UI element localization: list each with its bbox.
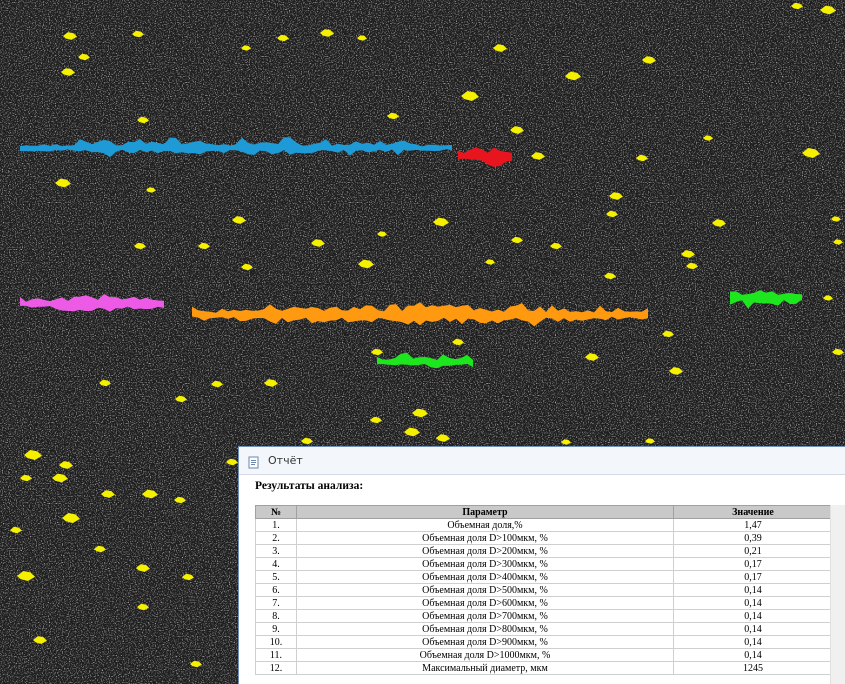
row-value: 0,14: [673, 635, 833, 649]
table-header-row: № Параметр Значение: [255, 505, 833, 519]
results-table: № Параметр Значение 1. Объемная доля,% 1,4…: [255, 505, 833, 675]
row-value: 0,14: [673, 648, 833, 662]
row-number: 7.: [255, 596, 297, 610]
report-body: Результаты анализа: № Параметр Значение …: [239, 476, 845, 684]
report-window-title: Отчёт: [268, 454, 303, 467]
row-parameter: Объемная доля D>600мкм, %: [296, 596, 674, 610]
row-value: 0,14: [673, 609, 833, 623]
row-number: 4.: [255, 557, 297, 571]
row-parameter: Объемная доля D>300мкм, %: [296, 557, 674, 571]
report-document-icon: [247, 454, 260, 469]
row-number: 9.: [255, 622, 297, 636]
row-parameter: Объемная доля D>100мкм, %: [296, 531, 674, 545]
row-number: 11.: [255, 648, 297, 662]
row-value: 1245: [673, 661, 833, 675]
row-value: 0,17: [673, 557, 833, 571]
row-value: 0,14: [673, 622, 833, 636]
row-number: 3.: [255, 544, 297, 558]
table-row: 1. Объемная доля,% 1,47: [255, 518, 833, 532]
row-number: 2.: [255, 531, 297, 545]
row-value: 1,47: [673, 518, 833, 532]
row-parameter: Объемная доля D>500мкм, %: [296, 583, 674, 597]
table-row: 8. Объемная доля D>700мкм, % 0,14: [255, 609, 833, 623]
row-number: 1.: [255, 518, 297, 532]
row-parameter: Объемная доля D>700мкм, %: [296, 609, 674, 623]
column-header-value: Значение: [673, 505, 833, 519]
table-row: 2. Объемная доля D>100мкм, % 0,39: [255, 531, 833, 545]
table-row: 6. Объемная доля D>500мкм, % 0,14: [255, 583, 833, 597]
report-titlebar[interactable]: Отчёт: [239, 447, 845, 475]
table-row: 7. Объемная доля D>600мкм, % 0,14: [255, 596, 833, 610]
vertical-scrollbar[interactable]: [830, 505, 845, 684]
row-value: 0,17: [673, 570, 833, 584]
row-number: 12.: [255, 661, 297, 675]
row-parameter: Объемная доля,%: [296, 518, 674, 532]
table-row: 10. Объемная доля D>900мкм, % 0,14: [255, 635, 833, 649]
row-number: 10.: [255, 635, 297, 649]
row-parameter: Объемная доля D>400мкм, %: [296, 570, 674, 584]
row-number: 5.: [255, 570, 297, 584]
row-parameter: Максимальный диаметр, мкм: [296, 661, 674, 675]
report-window: Отчёт Результаты анализа: № Параметр Зна…: [238, 446, 845, 684]
row-value: 0,14: [673, 596, 833, 610]
row-parameter: Объемная доля D>900мкм, %: [296, 635, 674, 649]
column-header-number: №: [255, 505, 297, 519]
report-heading: Результаты анализа:: [255, 480, 364, 492]
row-number: 8.: [255, 609, 297, 623]
row-parameter: Объемная доля D>1000мкм, %: [296, 648, 674, 662]
table-row: 3. Объемная доля D>200мкм, % 0,21: [255, 544, 833, 558]
column-header-parameter: Параметр: [296, 505, 674, 519]
row-parameter: Объемная доля D>200мкм, %: [296, 544, 674, 558]
table-row: 5. Объемная доля D>400мкм, % 0,17: [255, 570, 833, 584]
row-value: 0,39: [673, 531, 833, 545]
row-number: 6.: [255, 583, 297, 597]
table-row: 9. Объемная доля D>800мкм, % 0,14: [255, 622, 833, 636]
table-row: 12. Максимальный диаметр, мкм 1245: [255, 661, 833, 675]
table-row: 4. Объемная доля D>300мкм, % 0,17: [255, 557, 833, 571]
row-value: 0,21: [673, 544, 833, 558]
row-value: 0,14: [673, 583, 833, 597]
table-row: 11. Объемная доля D>1000мкм, % 0,14: [255, 648, 833, 662]
row-parameter: Объемная доля D>800мкм, %: [296, 622, 674, 636]
